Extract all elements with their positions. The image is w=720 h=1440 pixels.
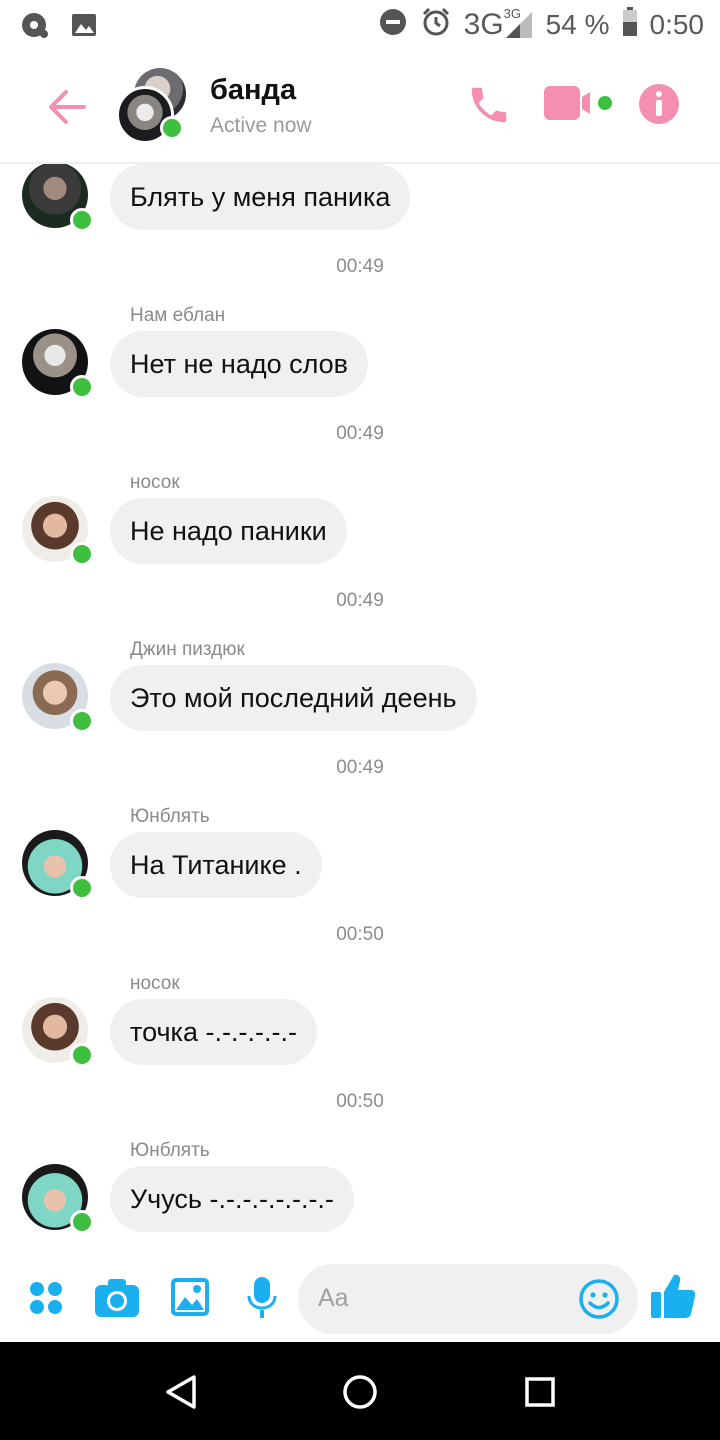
back-arrow-icon[interactable] [44, 84, 90, 130]
avatar-5[interactable] [22, 1164, 94, 1234]
message-bubble[interactable]: Это мой последний деень [110, 665, 477, 731]
message-time: 00:49 [336, 590, 384, 611]
signal-icon: 3G [504, 6, 534, 40]
composer-bar: Aa [0, 1256, 720, 1342]
message-bubble[interactable]: точка -.-.-.-.-.- [110, 999, 317, 1065]
message-time: 00:49 [336, 757, 384, 778]
active-status: Active now [210, 114, 312, 137]
network-type: 3G [463, 8, 504, 41]
message-bubble[interactable]: Нет не надо слов [110, 331, 369, 397]
nav-back-icon[interactable] [164, 1374, 198, 1415]
avatar-1[interactable] [22, 164, 94, 232]
alarm-icon [420, 6, 452, 45]
avatar-2[interactable] [22, 329, 94, 399]
message-list[interactable]: Блять у меня паника 00:49 Нам еблан Нет … [0, 164, 720, 1256]
online-indicator [70, 709, 94, 733]
thumbs-up-icon[interactable] [650, 1272, 696, 1325]
message-time: 00:49 [336, 256, 384, 277]
battery-percent: 54 % [545, 9, 610, 40]
system-nav-bar [0, 1342, 720, 1440]
message-bubble[interactable]: Блять у меня паника [110, 164, 411, 230]
sender-name: Юнблять [130, 806, 210, 827]
avatar-5[interactable] [22, 830, 94, 900]
online-indicator [70, 1210, 94, 1234]
online-indicator [70, 542, 94, 566]
online-indicator [160, 116, 184, 140]
avatar-3[interactable] [22, 997, 94, 1067]
message-time: 00:49 [336, 423, 384, 444]
message-input-placeholder: Aa [318, 1284, 349, 1312]
online-indicator [70, 375, 94, 399]
phone-call-icon[interactable] [466, 82, 512, 133]
online-indicator [70, 208, 94, 232]
chat-header: банда Active now [0, 50, 720, 164]
avatar-4[interactable] [22, 663, 94, 733]
battery-icon [622, 6, 638, 44]
group-avatar[interactable] [116, 68, 188, 144]
sync-icon [20, 10, 50, 45]
avatar-3[interactable] [22, 496, 94, 566]
nav-home-icon[interactable] [342, 1374, 378, 1415]
clock: 0:50 [649, 9, 705, 40]
online-indicator [70, 1043, 94, 1067]
video-call-icon[interactable] [544, 84, 616, 129]
info-icon[interactable] [638, 83, 680, 130]
sender-name: Джин пиздюк [130, 639, 245, 660]
gallery-icon[interactable] [170, 1277, 210, 1322]
message-bubble[interactable]: Учусь -.-.-.-.-.-.-.- [110, 1166, 354, 1232]
chat-title[interactable]: банда [210, 74, 296, 107]
message-time: 00:50 [336, 1091, 384, 1112]
sender-name: носок [130, 472, 180, 493]
message-time: 00:50 [336, 924, 384, 945]
message-input[interactable]: Aa [298, 1264, 638, 1334]
dnd-icon [378, 7, 408, 44]
status-bar: 3G 3G 54 % 0:50 [0, 0, 720, 50]
message-bubble[interactable]: На Титанике . [110, 832, 322, 898]
emoji-icon[interactable] [578, 1278, 620, 1325]
image-notification-icon [70, 11, 98, 44]
nav-recents-icon[interactable] [524, 1376, 556, 1413]
camera-icon[interactable] [94, 1278, 140, 1323]
microphone-icon[interactable] [246, 1276, 278, 1325]
message-bubble[interactable]: Не надо паники [110, 498, 347, 564]
online-indicator [70, 876, 94, 900]
sender-name: Нам еблан [130, 305, 226, 326]
sender-name: носок [130, 973, 180, 994]
sender-name: Юнблять [130, 1140, 210, 1161]
more-actions-icon[interactable] [28, 1280, 64, 1321]
